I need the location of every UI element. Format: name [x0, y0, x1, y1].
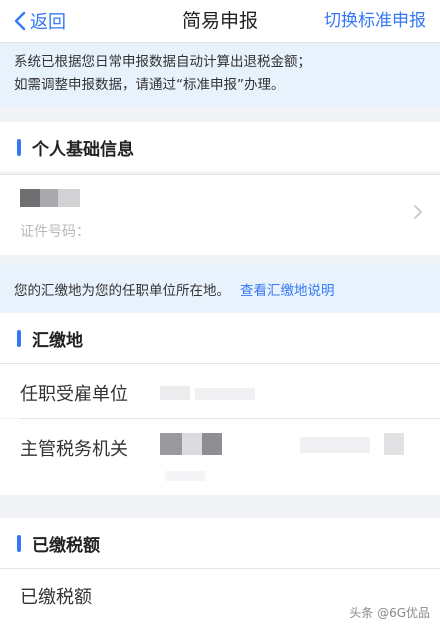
masked-name	[20, 189, 40, 207]
back-label: 返回	[30, 12, 66, 33]
personal-info-title: 个人基础信息	[32, 139, 134, 160]
personal-info-row[interactable]: 证件号码：	[0, 175, 440, 255]
watermark: 头条 @6G优品	[349, 606, 430, 620]
section-accent-bar	[17, 329, 21, 347]
masked-employer	[195, 388, 255, 400]
chevron-right-icon	[414, 205, 422, 219]
payment-place-title: 汇缴地	[32, 330, 83, 351]
tax-authority-row[interactable]: 主管税务机关	[0, 419, 440, 495]
notice-line-1: 系统已根据您日常申报数据自动计算出退税金额；	[14, 54, 311, 70]
section-gap	[0, 495, 440, 518]
employer-row[interactable]: 任职受雇单位	[0, 364, 440, 418]
tax-paid-title: 已缴税额	[32, 535, 100, 556]
chevron-left-icon	[14, 11, 26, 31]
payment-place-info: 您的汇缴地为您的任职单位所在地。 查看汇缴地说明	[0, 265, 440, 312]
tax-authority-label: 主管税务机关	[20, 439, 128, 460]
payment-place-header: 汇缴地	[0, 313, 440, 363]
section-accent-bar	[17, 534, 21, 552]
tax-paid-header: 已缴税额	[0, 518, 440, 568]
masked-tax-authority	[182, 433, 202, 455]
personal-info-header: 个人基础信息	[0, 122, 440, 172]
masked-tax-authority	[202, 433, 222, 455]
masked-tax-authority	[384, 433, 404, 455]
auto-calc-notice: 系统已根据您日常申报数据自动计算出退税金额； 如需调整申报数据，请通过“标准申报…	[0, 43, 440, 107]
masked-tax-authority	[165, 471, 205, 481]
tax-paid-label: 已缴税额	[20, 587, 92, 608]
payment-place-explanation-link[interactable]: 查看汇缴地说明	[240, 279, 335, 299]
notice-line-2: 如需调整申报数据，请通过“标准申报”办理。	[14, 77, 285, 93]
back-button[interactable]: 返回	[14, 0, 66, 42]
masked-tax-authority	[160, 433, 182, 455]
employer-label: 任职受雇单位	[20, 384, 128, 405]
payment-place-text: 您的汇缴地为您的任职单位所在地。	[14, 282, 230, 299]
masked-name	[40, 189, 58, 207]
masked-name	[58, 189, 80, 207]
section-accent-bar	[17, 138, 21, 156]
masked-employer	[160, 386, 190, 400]
navigation-bar: 返回 简易申报 切换标准申报	[0, 0, 440, 43]
id-number-label: 证件号码：	[20, 224, 90, 240]
switch-standard-declaration-button[interactable]: 切换标准申报	[324, 0, 426, 42]
masked-tax-authority	[300, 437, 370, 453]
